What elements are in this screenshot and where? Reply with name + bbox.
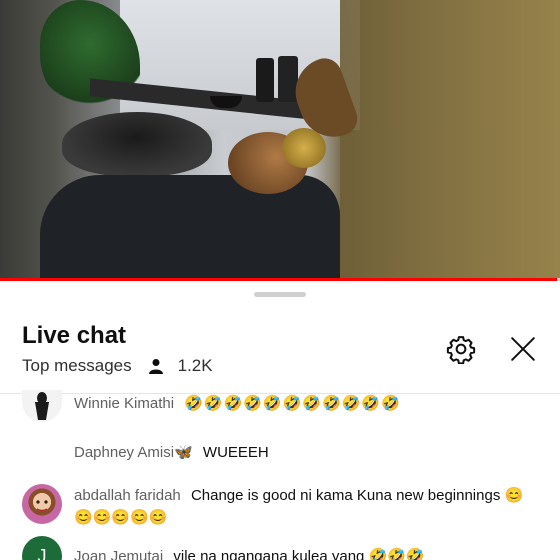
chat-message-body: Joan Jemutai vile na ngangana kulea yang… [74, 546, 540, 560]
chat-message-body: Daphney Amisi🦋 WUEEEH [74, 442, 540, 464]
avatar-letter: J [37, 545, 47, 560]
viewer-count: 1.2K [177, 356, 213, 375]
app-root: Live chat Top messages 1.2K Winnie Kimat… [0, 0, 560, 560]
close-icon[interactable] [510, 336, 536, 362]
avatar[interactable] [22, 390, 62, 422]
chat-text: WUEEEH [202, 444, 269, 461]
person-icon [148, 359, 163, 374]
video-frame-foreground [340, 0, 560, 280]
chat-author[interactable]: abdallah faridah [74, 487, 181, 504]
avatar-face-icon [36, 500, 48, 512]
gear-icon[interactable] [446, 334, 476, 364]
video-frame-cape [40, 175, 340, 280]
live-chat-title: Live chat [22, 322, 127, 349]
live-chat-panel: Live chat Top messages 1.2K Winnie Kimat… [0, 282, 560, 560]
chat-text: 🤣🤣🤣🤣🤣🤣🤣🤣🤣🤣🤣 [184, 395, 401, 412]
chat-message-body: Winnie Kimathi 🤣🤣🤣🤣🤣🤣🤣🤣🤣🤣🤣 [74, 393, 540, 415]
avatar[interactable]: J [22, 536, 62, 560]
video-player[interactable] [0, 0, 560, 280]
video-frame-bottle [256, 58, 274, 102]
chat-mode-row[interactable]: Top messages 1.2K [22, 356, 213, 376]
chat-mode-label[interactable]: Top messages [22, 356, 132, 376]
video-progress-fill [0, 278, 558, 281]
avatar-figure-icon [35, 392, 49, 420]
chat-author[interactable]: Winnie Kimathi [74, 395, 174, 412]
drag-handle[interactable] [254, 292, 306, 297]
video-frame-sink [62, 112, 212, 176]
video-progress-bar[interactable] [0, 278, 560, 281]
avatar[interactable] [22, 484, 62, 524]
chat-text: vile na ngangana kulea yang 🤣🤣🤣 [173, 548, 425, 560]
chat-author[interactable]: Joan Jemutai [74, 548, 163, 560]
chat-message-body: abdallah faridah Change is good ni kama … [74, 485, 540, 529]
chat-author[interactable]: Daphney Amisi🦋 [74, 444, 193, 461]
